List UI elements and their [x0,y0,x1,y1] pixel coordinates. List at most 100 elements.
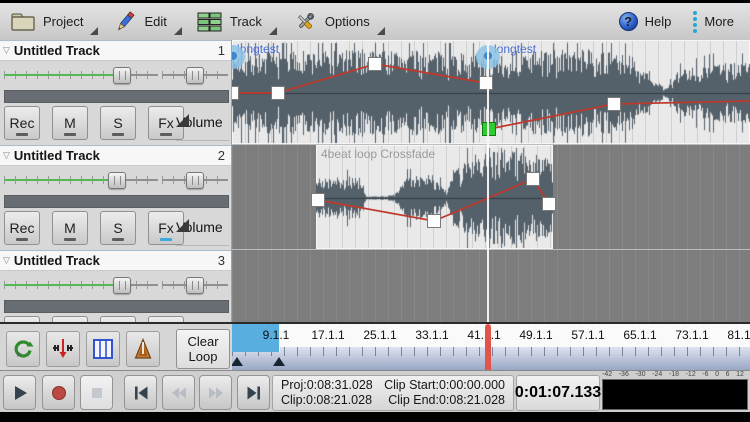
envelope-handle[interactable] [272,87,285,100]
dropdown-corner-icon [269,27,277,35]
skip-to-start-button[interactable] [124,375,157,410]
fast-forward-icon [206,383,226,403]
volume-slider-handle[interactable] [108,172,126,189]
ruler-label: 25.1.1 [363,328,396,342]
rec-button[interactable]: Rec [4,211,40,245]
options-menu-button[interactable]: Options [282,3,390,40]
track-menu-button[interactable]: Track [187,3,282,40]
help-button[interactable]: ? Help [613,3,678,40]
track-lanes[interactable]: longtest longtest 4beat loop Crossfade [232,40,750,322]
record-button[interactable] [42,375,75,410]
play-button[interactable] [3,375,36,410]
track-section: ▽ Untitled Track 3 Rec M S Fx Volume [0,250,231,322]
pan-slider-handle[interactable] [186,172,204,189]
tools-icon [292,11,318,33]
meter-scale-label: 12 [736,371,744,379]
dropdown-corner-icon [90,27,98,35]
skip-to-end-button[interactable] [237,375,270,410]
more-dots-icon [693,11,697,33]
pan-slider-handle[interactable] [186,277,204,294]
collapse-chevron-icon[interactable]: ▽ [3,150,10,161]
stop-icon [87,383,107,403]
snap-grid-button[interactable] [86,331,120,367]
envelope-handle[interactable] [543,198,556,211]
meter-scale-label: -42 [602,371,612,379]
skip-end-icon [244,383,264,403]
track-header[interactable]: ▽ Untitled Track 2 [0,145,231,166]
mute-button[interactable]: M [52,211,88,245]
metronome-button[interactable] [126,331,160,367]
automation-mode-selector[interactable]: Volume [176,106,229,141]
track-header-panel: ▽ Untitled Track 1 Rec M S Fx Volume ▽ U… [0,40,232,322]
time-info-panel: Proj:0:08:31.028 Clip:0:08:21.028 Clip S… [272,375,514,411]
envelope-handle[interactable] [428,215,441,228]
ruler-label: 73.1.1 [675,328,708,342]
pan-slider[interactable] [162,64,228,86]
help-label: Help [645,14,672,29]
track-slider-row [0,169,231,191]
envelope-handle[interactable] [480,77,493,90]
dropdown-corner-icon [176,114,189,127]
playhead-line [487,40,489,322]
pencil-icon [113,10,137,34]
envelope-handle[interactable] [312,194,325,207]
envelope-handle-selected[interactable] [483,123,496,136]
pan-slider-handle[interactable] [186,67,204,84]
envelope-handle[interactable] [232,87,239,100]
track-level-meter [4,195,229,208]
solo-button[interactable]: S [100,106,136,140]
envelope-handle[interactable] [527,173,540,186]
track-header[interactable]: ▽ Untitled Track 1 [0,40,231,61]
dropdown-corner-icon [377,27,385,35]
automation-mode-selector[interactable]: Volume [176,211,229,246]
track-section: ▽ Untitled Track 2 Rec M S Fx Volume [0,145,231,255]
envelope-handle[interactable] [369,58,382,71]
meter-scale: -42-36-30-24-18-12-60612 [602,371,744,379]
rewind-button[interactable] [162,375,195,410]
edit-menu-label: Edit [144,14,166,29]
volume-slider-handle[interactable] [113,277,131,294]
loop-end-marker-icon[interactable] [273,357,285,366]
ruler-label: 17.1.1 [311,328,344,342]
volume-slider-handle[interactable] [113,67,131,84]
collapse-chevron-icon[interactable]: ▽ [3,45,10,56]
track-slider-row [0,274,231,296]
solo-button[interactable]: S [100,211,136,245]
volume-slider[interactable] [4,169,158,191]
level-meter [602,379,748,410]
edit-menu-button[interactable]: Edit [103,3,186,40]
mute-button[interactable]: M [52,106,88,140]
track-header[interactable]: ▽ Untitled Track 3 [0,250,231,271]
rec-button[interactable]: Rec [4,106,40,140]
topbar-right-group: ? Help More [613,3,750,40]
collapse-chevron-icon[interactable]: ▽ [3,255,10,266]
volume-envelope-line [232,64,486,93]
timeline-ruler[interactable]: 9.1.117.1.125.1.133.1.141.1.149.1.157.1.… [232,324,750,370]
loop-icon [11,337,35,361]
more-button[interactable]: More [687,3,740,40]
clear-loop-button[interactable]: Clear Loop [176,329,230,369]
loop-start-marker-icon[interactable] [232,357,243,366]
volume-slider[interactable] [4,274,158,296]
clip-start-readout: Clip Start:0:00:00.000 [384,378,505,393]
loop-toggle-button[interactable] [6,331,40,367]
pan-slider[interactable] [162,274,228,296]
transport-bar: Proj:0:08:31.028 Clip:0:08:21.028 Clip S… [0,370,750,412]
skip-start-icon [131,383,151,403]
play-icon [10,383,30,403]
track-grid-icon [197,12,223,32]
mid-toolbar: Clear Loop 9.1.117.1.125.1.133.1.141.1.1… [0,322,750,370]
ruler-tick-strip [232,347,750,370]
track-name: Untitled Track [14,148,100,163]
fast-forward-button[interactable] [199,375,232,410]
stop-button[interactable] [80,375,113,410]
pan-slider[interactable] [162,169,228,191]
project-menu-button[interactable]: Project [0,3,103,40]
main-time-display[interactable]: 0:01:07.133 [516,375,600,411]
volume-slider[interactable] [4,64,158,86]
ruler-playhead-marker[interactable] [485,324,491,370]
bottom-black-strip [0,412,750,422]
envelope-handle[interactable] [608,98,621,111]
punch-toggle-button[interactable] [46,331,80,367]
daw-app: Project Edit [0,0,750,422]
